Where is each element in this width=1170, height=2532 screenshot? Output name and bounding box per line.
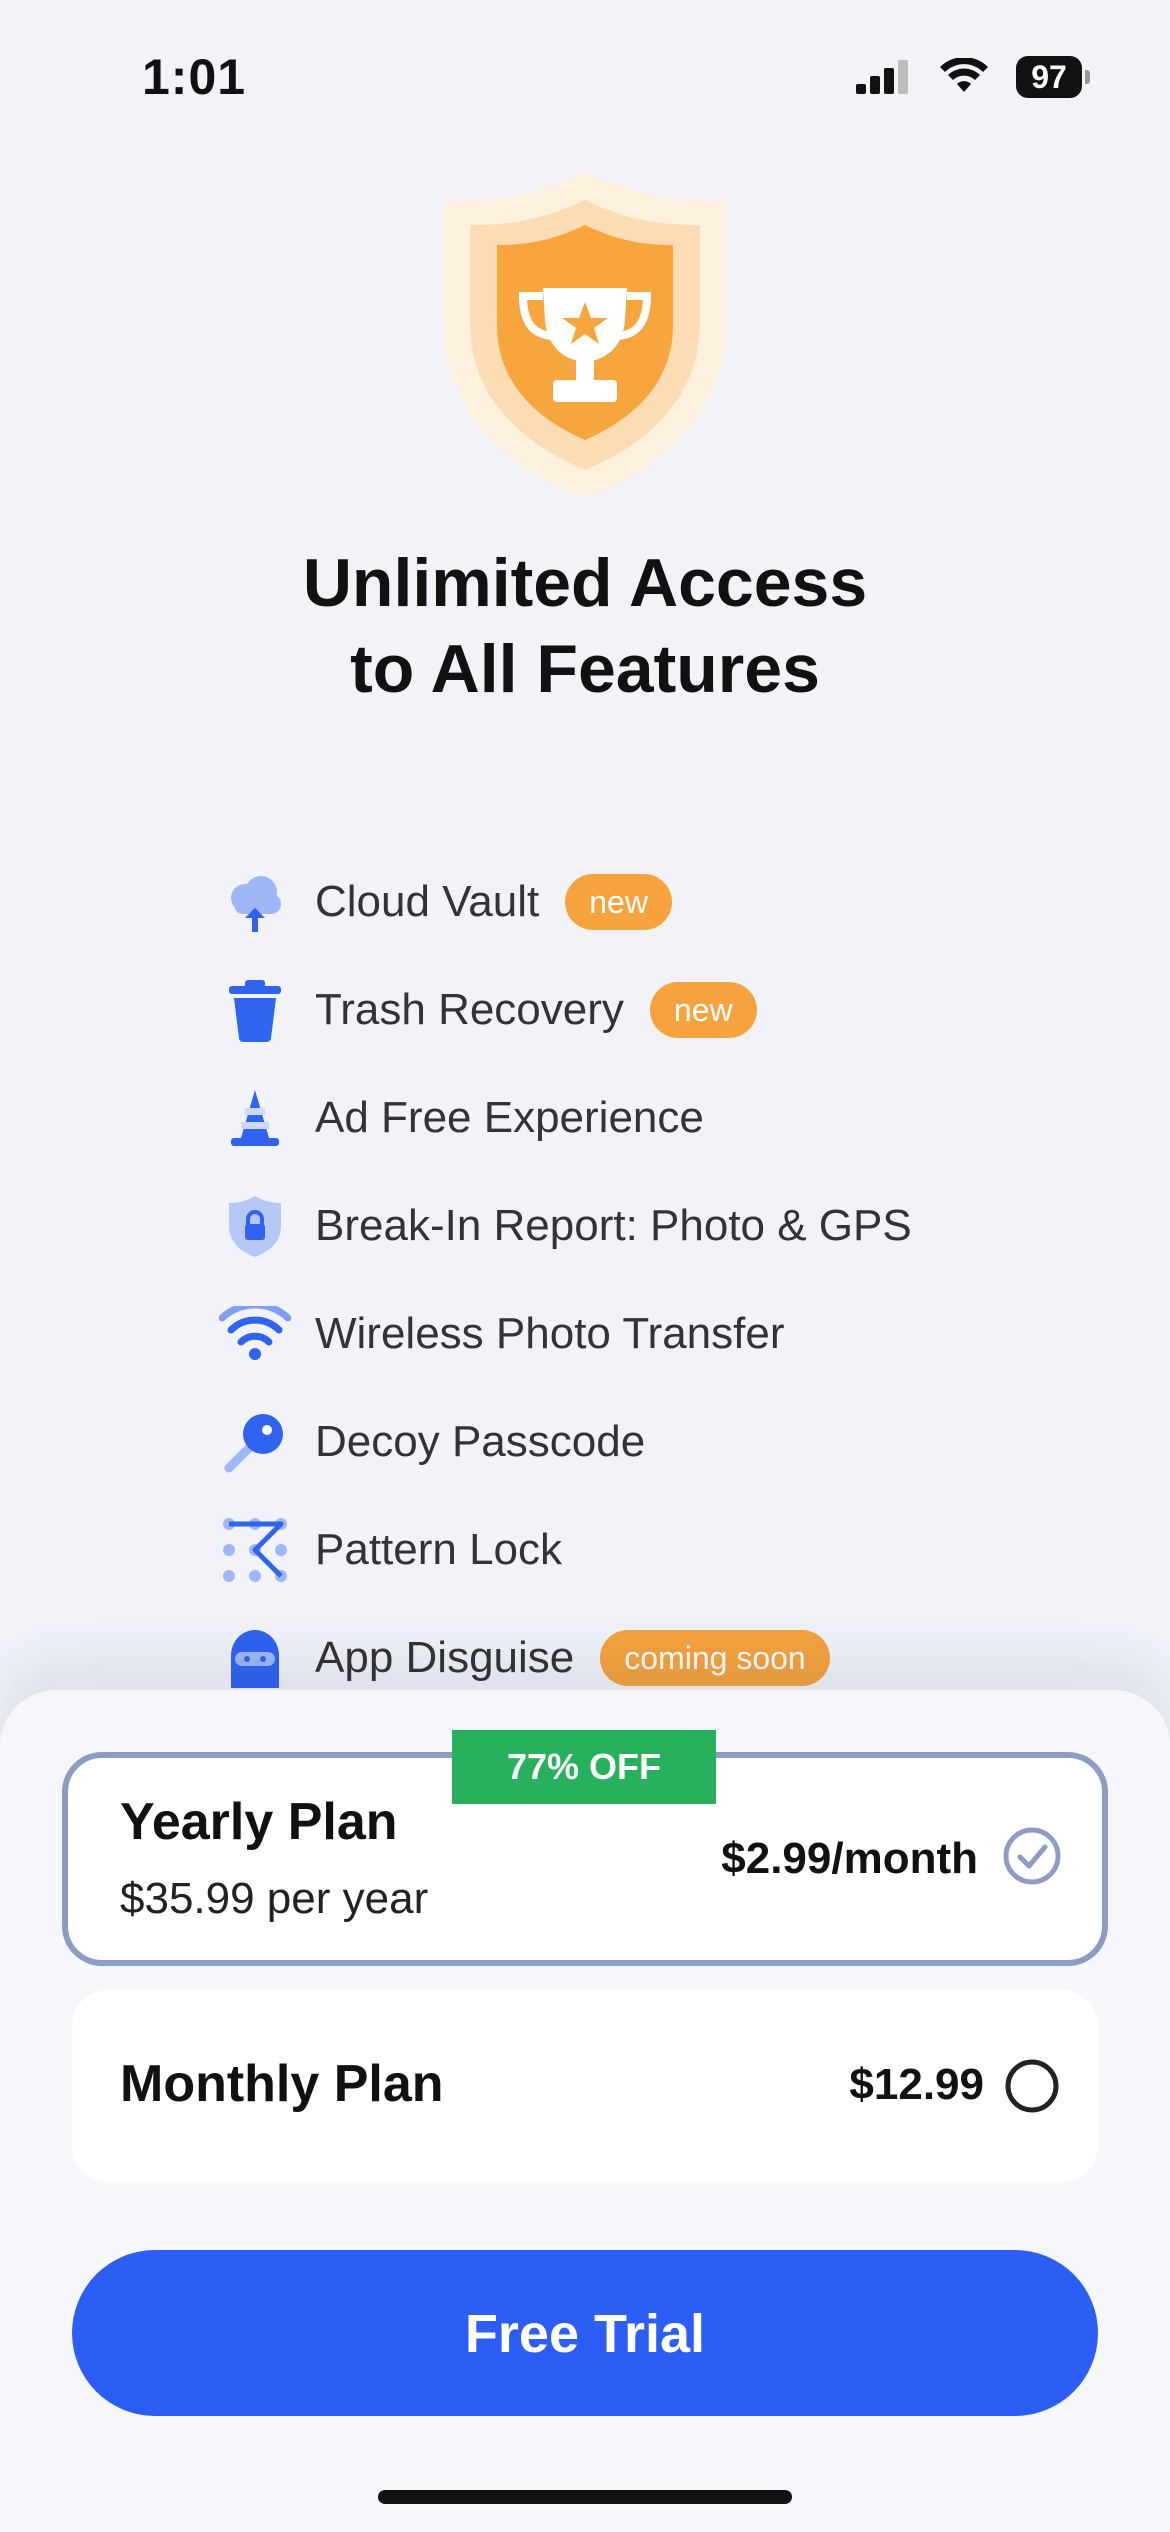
traffic-cone-icon xyxy=(215,1078,295,1158)
feature-item-decoy-passcode: Decoy Passcode xyxy=(215,1402,645,1482)
disguise-mask-icon xyxy=(215,1618,295,1698)
new-badge: new xyxy=(649,982,757,1038)
battery-indicator: 97 xyxy=(1016,56,1090,98)
feature-item-trash-recovery: Trash Recovery new xyxy=(215,970,757,1050)
feature-label: Decoy Passcode xyxy=(315,1417,646,1466)
status-time: 1:01 xyxy=(142,49,247,105)
cellular-signal-icon xyxy=(856,60,908,94)
trophy-shield-icon xyxy=(435,170,735,500)
monthly-plan-option[interactable]: Monthly Plan $12.99 xyxy=(72,1990,1098,2182)
trash-icon xyxy=(215,970,295,1050)
feature-item-cloud-vault: Cloud Vault new xyxy=(215,862,672,942)
coming-soon-badge: coming soon xyxy=(600,1630,830,1686)
feature-item-break-in-report: Break-In Report: Photo & GPS xyxy=(215,1186,912,1266)
feature-label: App Disguise xyxy=(315,1633,575,1682)
cloud-upload-icon xyxy=(215,862,295,942)
feature-label: Wireless Photo Transfer xyxy=(315,1309,785,1358)
feature-label: Trash Recovery xyxy=(315,985,624,1034)
discount-badge: 77% OFF xyxy=(452,1730,716,1804)
yearly-plan-subtitle: $35.99 per year xyxy=(120,1874,429,1923)
page-title-line1: Unlimited Access xyxy=(302,545,868,621)
wifi-status-icon xyxy=(940,58,988,92)
new-badge: new xyxy=(565,874,672,930)
feature-label: Break-In Report: Photo & GPS xyxy=(315,1201,912,1250)
pattern-lock-icon xyxy=(215,1510,295,1590)
shield-lock-icon xyxy=(215,1186,295,1266)
page-title-line2: to All Features xyxy=(350,631,820,707)
feature-label: Pattern Lock xyxy=(315,1525,563,1574)
unselected-radio-icon xyxy=(1005,2059,1059,2113)
key-icon xyxy=(215,1402,295,1482)
monthly-plan-title: Monthly Plan xyxy=(120,2055,444,2113)
feature-item-app-disguise: App Disguise coming soon xyxy=(215,1618,830,1698)
status-icons: 97 xyxy=(856,56,1090,98)
feature-item-wireless-transfer: Wireless Photo Transfer xyxy=(215,1294,785,1374)
battery-level: 97 xyxy=(1016,56,1082,98)
monthly-plan-price: $12.99 xyxy=(849,2060,984,2109)
feature-label: Ad Free Experience xyxy=(315,1093,704,1142)
wifi-icon xyxy=(215,1294,295,1374)
feature-item-ad-free: Ad Free Experience xyxy=(215,1078,704,1158)
yearly-plan-title: Yearly Plan xyxy=(120,1793,398,1851)
free-trial-button[interactable]: Free Trial xyxy=(72,2250,1098,2416)
feature-label: Cloud Vault xyxy=(315,877,540,926)
selected-check-icon xyxy=(1003,1827,1061,1885)
battery-tip xyxy=(1085,70,1090,84)
feature-item-pattern-lock: Pattern Lock xyxy=(215,1510,562,1590)
status-bar: 1:01 97 xyxy=(0,0,1170,150)
yearly-plan-price: $2.99/month xyxy=(721,1834,978,1883)
home-indicator xyxy=(378,2490,792,2504)
page-title: Unlimited Access to All Features xyxy=(0,540,1170,712)
